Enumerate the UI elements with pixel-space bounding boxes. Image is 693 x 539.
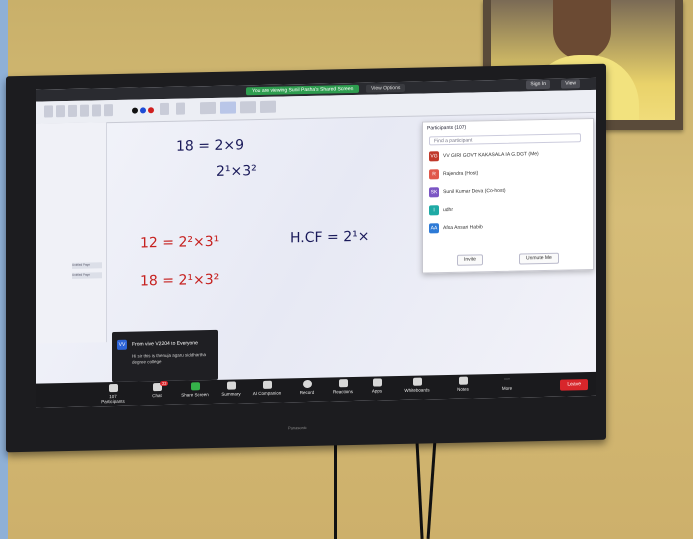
undo-tool-icon[interactable] <box>104 104 113 117</box>
portrait-face <box>553 0 611 60</box>
viewing-banner: You are viewing Sunil Pasha's Shared Scr… <box>246 84 360 96</box>
whiteboards-label: Whiteboards <box>404 387 430 393</box>
chat-button[interactable]: Chat <box>142 383 172 399</box>
ink-line-1: 18 = 2×9 <box>176 137 244 155</box>
share-screen-icon <box>190 382 200 391</box>
participants-title: Participants (107) <box>427 124 467 132</box>
view-button[interactable]: View <box>561 79 580 89</box>
chat-notification[interactable]: VV From vive V2204 to Everyone Hi sir th… <box>112 329 218 383</box>
shape-tool-icon[interactable] <box>68 104 77 117</box>
participants-label: Participants <box>101 398 125 405</box>
ai-companion-icon <box>262 380 272 389</box>
unmute-me-button[interactable]: Unmute Me <box>519 252 559 265</box>
ink-line-2: 2¹×3² <box>216 163 257 180</box>
hdmi-cable <box>415 439 424 539</box>
participant-name: Sunil Kumar Deva (Co-host) <box>443 187 506 196</box>
participant-name: udhr <box>443 206 454 214</box>
notes-button[interactable]: Notes <box>448 376 478 392</box>
notes-icon <box>458 376 468 385</box>
participant-row[interactable]: VG VV GIRI GOVT KAKASALA IA G.DGT (Me) <box>429 147 585 162</box>
reactions-icon <box>338 379 348 388</box>
line-style-icon[interactable] <box>200 101 216 115</box>
participant-name: VV GIRI GOVT KAKASALA IA G.DGT (Me) <box>443 151 539 160</box>
sign-in-button[interactable]: Sign In <box>526 79 550 90</box>
participants-panel: Participants (107) Find a participant VG… <box>422 117 594 274</box>
participant-name: Rajendra (Host) <box>443 170 479 178</box>
apps-label: Apps <box>371 388 383 394</box>
participant-row[interactable]: R Rajendra (Host) <box>429 165 585 180</box>
people-icon <box>108 383 118 393</box>
reactions-button[interactable]: Reactions <box>328 379 358 395</box>
participant-name: Afsa Ansari Habib <box>443 224 483 232</box>
text-tool-icon[interactable] <box>80 104 89 117</box>
avatar: VG <box>429 151 439 162</box>
power-cable <box>334 440 337 539</box>
color-red-icon[interactable] <box>148 107 154 114</box>
page-thumbnail-1[interactable]: Untitled Page <box>72 262 102 269</box>
chat-label: Chat <box>152 393 162 399</box>
ink-line-5: H.CF = 2¹× <box>290 228 370 247</box>
pencil-style-icon[interactable] <box>240 101 256 114</box>
chat-notification-message: Hi sir this is thenuja agaru siddhartha … <box>132 352 207 365</box>
ai-companion-label: AI Companion <box>252 390 282 397</box>
chat-notification-header: From vive V2204 to Everyone <box>132 340 198 348</box>
view-options-button[interactable]: View Options <box>366 83 406 93</box>
record-icon <box>302 379 312 389</box>
apps-icon <box>372 378 382 387</box>
avatar: R <box>429 169 439 180</box>
invite-button[interactable]: Invite <box>457 254 483 266</box>
participant-row[interactable]: SK Sunil Kumar Deva (Co-host) <box>429 183 585 198</box>
apps-button[interactable]: Apps <box>362 378 392 394</box>
share-screen-label: Share Screen <box>181 392 209 398</box>
more-button[interactable]: ⋯ More <box>492 375 522 391</box>
ink-line-3: 12 = 2²×3¹ <box>140 233 220 252</box>
participant-search-input[interactable]: Find a participant <box>429 133 581 146</box>
whiteboard-icon <box>412 377 422 386</box>
pages-sidebar: Untitled Page Untitled Page <box>36 122 107 344</box>
summary-button[interactable]: Summary <box>216 381 246 397</box>
avatar: VV <box>117 339 127 350</box>
tv-brand-logo: Panasonic <box>288 424 307 431</box>
summary-icon <box>226 381 236 390</box>
tv-screen: You are viewing Sunil Pasha's Shared Scr… <box>36 77 596 408</box>
pen-tool-icon[interactable] <box>44 105 53 118</box>
stroke-width-icon[interactable] <box>160 102 169 116</box>
share-screen-button[interactable]: Share Screen <box>180 382 210 398</box>
more-icon: ⋯ <box>504 376 510 383</box>
ink-line-4: 18 = 2¹×3² <box>140 271 220 290</box>
television: You are viewing Sunil Pasha's Shared Scr… <box>6 63 606 453</box>
participant-row[interactable]: l udhr <box>429 201 585 216</box>
summary-label: Summary <box>221 391 241 397</box>
whiteboards-button[interactable]: Whiteboards <box>402 377 432 393</box>
leave-button[interactable]: Leave <box>560 379 588 391</box>
record-label: Record <box>299 389 315 396</box>
more-label: More <box>501 385 513 391</box>
avatar: l <box>429 205 439 216</box>
select-tool-icon[interactable] <box>92 104 101 117</box>
ai-companion-button[interactable]: AI Companion <box>252 380 282 397</box>
color-blue-icon[interactable] <box>140 107 146 114</box>
reactions-label: Reactions <box>332 389 353 395</box>
color-black-icon[interactable] <box>132 107 138 114</box>
marker-style-icon[interactable] <box>260 100 276 113</box>
pen-style-icon[interactable] <box>220 101 236 114</box>
participant-row[interactable]: AA Afsa Ansari Habib <box>429 219 585 234</box>
avatar: SK <box>429 187 439 198</box>
participants-button[interactable]: 107 Participants <box>98 383 128 405</box>
highlighter-icon[interactable] <box>176 102 185 115</box>
avatar: AA <box>429 223 439 234</box>
notes-label: Notes <box>457 386 469 392</box>
record-button[interactable]: Record <box>292 379 322 396</box>
hdmi-cable-2 <box>426 440 437 539</box>
page-thumbnail-2[interactable]: Untitled Page <box>72 272 102 279</box>
eraser-tool-icon[interactable] <box>56 105 65 118</box>
